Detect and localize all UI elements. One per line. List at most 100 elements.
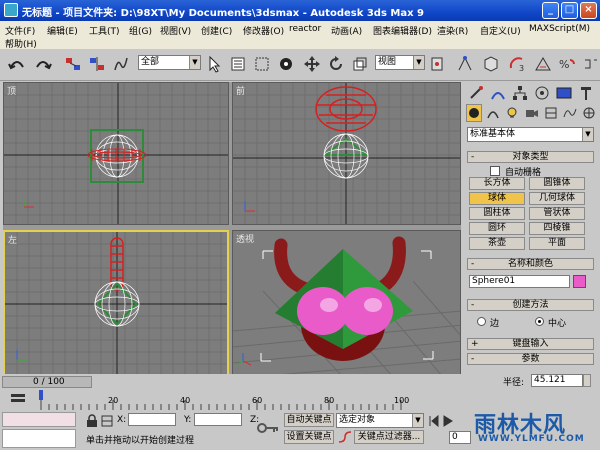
time-slider[interactable]: 0 / 100 [2, 376, 92, 388]
box-button[interactable]: 长方体 [469, 177, 525, 190]
rectangular-selection-icon[interactable] [253, 55, 271, 73]
tube-button[interactable]: 管状体 [529, 207, 585, 220]
scale-icon[interactable] [351, 55, 369, 73]
edge-radio[interactable] [477, 317, 486, 326]
center-radio-label: 中心 [548, 319, 567, 329]
unlink-icon[interactable] [88, 55, 106, 73]
undo-icon[interactable] [8, 55, 26, 73]
menu-tools[interactable]: 工具(T) [89, 24, 120, 37]
creation-method-rollout[interactable]: - 创建方法 [467, 299, 594, 311]
geometry-category-icon[interactable] [466, 104, 483, 122]
snap-toggle-icon[interactable] [482, 55, 500, 73]
y-coordinate-input[interactable] [194, 413, 242, 426]
viewport-left-label[interactable]: 左 [8, 233, 17, 246]
cylinder-button[interactable]: 圆柱体 [469, 207, 525, 220]
shapes-category-icon[interactable] [485, 104, 501, 122]
cone-button[interactable]: 圆锥体 [529, 177, 585, 190]
select-and-manipulate-icon[interactable] [456, 55, 474, 73]
hierarchy-tab-icon[interactable] [510, 84, 530, 102]
select-object-icon[interactable] [205, 55, 223, 73]
auto-key-button[interactable]: 自动关键点 [284, 413, 334, 427]
cameras-category-icon[interactable] [524, 104, 540, 122]
plane-button[interactable]: 平面 [529, 237, 585, 250]
maxscript-mini-listener[interactable] [2, 429, 76, 448]
pivot-center-icon[interactable] [428, 55, 446, 73]
viewport-perspective[interactable]: 透视 [232, 230, 461, 376]
teapot-button[interactable]: 茶壶 [469, 237, 525, 250]
minimize-button[interactable]: _ [542, 2, 559, 19]
menu-animation[interactable]: 动画(A) [331, 24, 362, 37]
autogrid-checkbox[interactable] [490, 166, 500, 176]
utilities-tab-icon[interactable] [576, 84, 596, 102]
absolute-mode-icon[interactable] [100, 414, 114, 428]
menu-reactor[interactable]: reactor [289, 24, 321, 34]
frame-counter: 0 / 100 [33, 377, 65, 387]
object-type-rollout[interactable]: - 对象类型 [467, 151, 594, 163]
menu-rendering[interactable]: 渲染(R) [437, 24, 468, 37]
menu-edit[interactable]: 编辑(E) [47, 24, 78, 37]
object-color-swatch[interactable] [573, 275, 586, 288]
menu-customize[interactable]: 自定义(U) [480, 24, 521, 37]
key-filters-button[interactable]: 关键点过滤器... [354, 430, 424, 444]
set-key-button[interactable]: 设置关键点 [284, 430, 334, 444]
select-and-link-icon[interactable] [64, 55, 82, 73]
object-name-input[interactable]: Sphere01 [469, 275, 570, 288]
center-radio[interactable] [535, 317, 544, 326]
menu-group[interactable]: 组(G) [129, 24, 152, 37]
percent-snap-icon[interactable] [534, 55, 552, 73]
modify-tab-icon[interactable] [488, 84, 508, 102]
menu-graph-editors[interactable]: 图表编辑器(D) [373, 24, 432, 37]
viewport-front[interactable]: 前 [232, 82, 461, 225]
systems-category-icon[interactable] [581, 104, 597, 122]
motion-tab-icon[interactable] [532, 84, 552, 102]
close-button[interactable]: × [580, 2, 597, 19]
key-selection-value: 选定对象 [339, 415, 376, 425]
bind-to-space-warp-icon[interactable] [112, 55, 130, 73]
spinner-snap-icon[interactable]: % [558, 55, 576, 73]
menu-modifiers[interactable]: 修改器(O) [243, 24, 284, 37]
x-coordinate-input[interactable] [128, 413, 176, 426]
viewport-front-label[interactable]: 前 [236, 84, 245, 97]
parameters-rollout[interactable]: - 参数 [467, 353, 594, 365]
lights-category-icon[interactable] [504, 104, 520, 122]
space-warps-category-icon[interactable] [562, 104, 578, 122]
menu-maxscript[interactable]: MAXScript(M) [529, 24, 590, 34]
geosphere-button[interactable]: 几何球体 [529, 192, 585, 205]
primitive-category-dropdown[interactable]: 标准基本体 ▼ [467, 127, 594, 142]
torus-button[interactable]: 圆环 [469, 222, 525, 235]
reference-coordinate-dropdown[interactable]: 视图 ▼ [375, 55, 425, 70]
pyramid-button[interactable]: 四棱锥 [529, 222, 585, 235]
menu-views[interactable]: 视图(V) [160, 24, 191, 37]
key-selection-dropdown[interactable]: 选定对象 ▼ [336, 413, 424, 428]
default-tangent-icon[interactable] [338, 430, 352, 444]
menu-file[interactable]: 文件(F) [5, 24, 35, 37]
app-icon[interactable] [4, 3, 18, 17]
radius-input[interactable]: 45.121 [531, 374, 583, 387]
viewport-left[interactable]: 左 [3, 230, 229, 376]
name-color-rollout[interactable]: - 名称和颜色 [467, 258, 594, 270]
angle-snap-icon[interactable]: 3 [508, 55, 526, 73]
create-tab-icon[interactable] [466, 84, 486, 102]
key-icon[interactable] [256, 418, 280, 438]
menu-create[interactable]: 创建(C) [201, 24, 232, 37]
redo-icon[interactable] [34, 55, 52, 73]
maximize-button[interactable]: □ [561, 2, 578, 19]
maxscript-listener[interactable] [2, 412, 76, 427]
display-tab-icon[interactable] [554, 84, 574, 102]
lock-icon[interactable] [86, 414, 98, 428]
select-by-name-icon[interactable] [229, 55, 247, 73]
viewport-top[interactable]: 顶 [3, 82, 229, 225]
window-crossing-icon[interactable] [277, 55, 295, 73]
rotate-icon[interactable] [327, 55, 345, 73]
radius-spinner-icon[interactable] [583, 374, 591, 387]
move-icon[interactable] [303, 55, 321, 73]
mirror-icon[interactable] [582, 55, 600, 73]
viewport-top-label[interactable]: 顶 [7, 84, 16, 97]
helpers-category-icon[interactable] [543, 104, 559, 122]
sphere-button[interactable]: 球体 [469, 192, 525, 205]
playback-controls[interactable] [428, 414, 462, 428]
selection-filter-dropdown[interactable]: 全部 ▼ [138, 55, 201, 70]
viewport-perspective-label[interactable]: 透视 [236, 232, 254, 245]
keyboard-entry-rollout[interactable]: + 键盘输入 [467, 338, 594, 350]
timeline-config-icon[interactable] [10, 392, 26, 404]
